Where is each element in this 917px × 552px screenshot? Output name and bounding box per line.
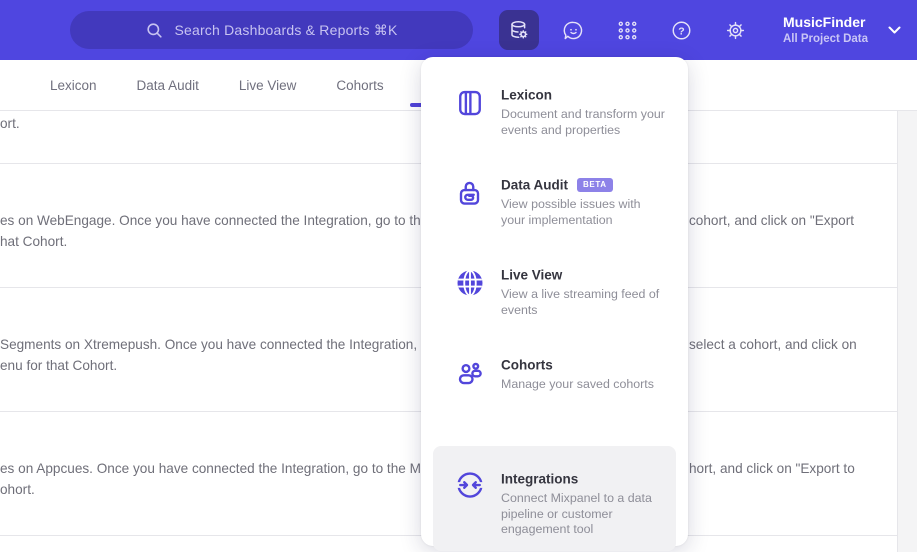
help-icon: ?	[672, 21, 690, 39]
gear-icon	[726, 21, 744, 39]
menu-item-cohorts[interactable]: Cohorts Manage your saved cohorts	[421, 356, 688, 446]
row-text: cohort, and click on "Export	[689, 213, 855, 228]
menu-item-data-audit[interactable]: Data Audit BETA View possible issues with…	[421, 176, 688, 266]
project-subtitle: All Project Data	[783, 32, 868, 45]
row-text: es on Appcues. Once you have connected t…	[0, 461, 421, 476]
settings-button[interactable]	[715, 10, 755, 50]
data-management-button[interactable]	[499, 10, 539, 50]
feedback-button[interactable]	[553, 10, 593, 50]
menu-item-integrations[interactable]: Integrations Connect Mixpanel to a data …	[433, 446, 676, 551]
tab-live-view[interactable]: Live View	[239, 78, 297, 93]
people-icon	[455, 358, 485, 388]
row-text: hat Cohort.	[0, 234, 68, 249]
menu-item-description: Connect Mixpanel to a data pipeline or c…	[501, 491, 652, 536]
header-actions: ? MusicFinder All Project Data	[499, 0, 901, 60]
search-input[interactable]: Search Dashboards & Reports ⌘K	[70, 11, 473, 49]
search-icon	[147, 22, 163, 38]
help-button[interactable]: ?	[661, 10, 701, 50]
menu-item-description: View possible issues with your implement…	[501, 197, 641, 227]
row-text: select a cohort, and click on	[689, 337, 857, 352]
database-gear-icon	[511, 21, 528, 39]
globe-icon	[455, 268, 485, 298]
row-text: Segments on Xtremepush. Once you have co…	[0, 337, 418, 352]
data-management-dropdown: Lexicon Document and transform your even…	[421, 57, 688, 551]
project-name: MusicFinder	[783, 14, 866, 31]
menu-item-title: Cohorts	[501, 357, 553, 373]
menu-item-description: Manage your saved cohorts	[501, 377, 654, 391]
menu-item-title: Live View	[501, 267, 563, 283]
menu-item-description: View a live streaming feed of events	[501, 287, 660, 317]
row-text: es on WebEngage. Once you have connected…	[0, 213, 429, 228]
smiley-chat-icon	[563, 21, 582, 39]
tab-cohorts[interactable]: Cohorts	[336, 78, 383, 93]
tab-lexicon[interactable]: Lexicon	[50, 78, 97, 93]
project-chevron[interactable]	[888, 26, 901, 35]
scroll-gutter[interactable]	[897, 110, 917, 552]
grid-dots-icon	[618, 21, 636, 39]
lock-spiral-icon	[455, 178, 485, 208]
book-icon	[455, 88, 485, 118]
apps-grid-button[interactable]	[607, 10, 647, 50]
beta-badge: BETA	[577, 177, 613, 192]
active-tab-indicator	[410, 103, 421, 107]
menu-item-lexicon[interactable]: Lexicon Document and transform your even…	[421, 86, 688, 176]
chevron-down-icon	[888, 26, 901, 33]
menu-item-description: Document and transform your events and p…	[501, 107, 665, 137]
svg-text:?: ?	[678, 25, 684, 37]
page: Search Dashboards & Reports ⌘K ? MusicFi…	[0, 0, 917, 552]
row-text: ort.	[0, 116, 20, 131]
tab-data-audit[interactable]: Data Audit	[137, 78, 199, 93]
menu-item-title: Data Audit	[501, 177, 568, 193]
search-placeholder: Search Dashboards & Reports ⌘K	[174, 21, 398, 38]
menu-item-title: Lexicon	[501, 87, 553, 103]
row-text: ohort.	[0, 482, 35, 497]
sync-icon	[455, 470, 485, 500]
top-nav-bar: Search Dashboards & Reports ⌘K ? MusicFi…	[0, 0, 917, 60]
menu-item-live-view[interactable]: Live View View a live streaming feed of …	[421, 266, 688, 356]
menu-item-title: Integrations	[501, 471, 579, 487]
project-switcher[interactable]: MusicFinder All Project Data	[783, 14, 868, 46]
row-text: enu for that Cohort.	[0, 358, 118, 373]
row-text: hort, and click on "Export to	[689, 461, 855, 476]
